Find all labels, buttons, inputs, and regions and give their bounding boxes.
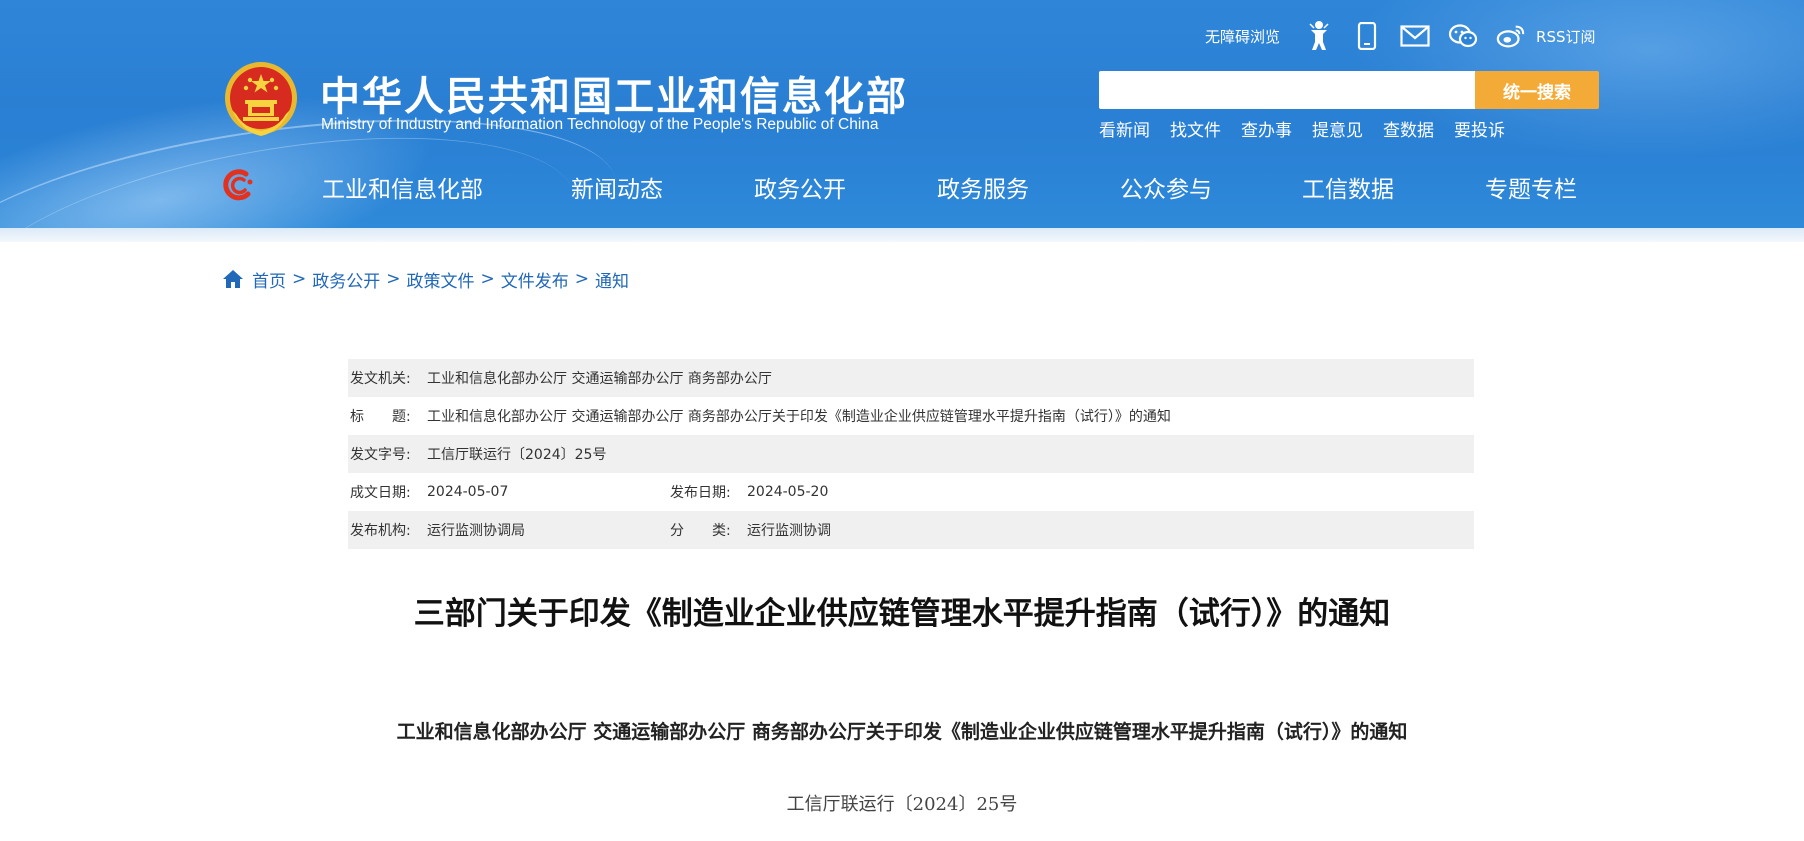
meta-label: 标 题: bbox=[350, 409, 411, 425]
meta-value: 运行监测协调局 bbox=[427, 523, 525, 539]
document-number: 工信厅联运行〔2024〕25号 bbox=[786, 794, 1018, 815]
meta-label: 发布机构: bbox=[350, 523, 411, 539]
quick-link-documents[interactable]: 找文件 bbox=[1170, 116, 1221, 141]
wechat-icon[interactable] bbox=[1448, 21, 1478, 51]
rss-link[interactable]: RSS订阅 bbox=[1536, 26, 1595, 47]
document-subtitle: 工业和信息化部办公厅 交通运输部办公厅 商务部办公厅关于印发《制造业企业供应链管… bbox=[396, 721, 1408, 743]
top-utility-bar: 无障碍浏览 RSS订阅 bbox=[1205, 16, 1595, 56]
home-icon[interactable] bbox=[222, 269, 244, 289]
quick-links: 看新闻 找文件 查办事 提意见 查数据 要投诉 bbox=[1099, 116, 1505, 141]
accessibility-link[interactable]: 无障碍浏览 bbox=[1205, 26, 1280, 47]
meta-row-title: 标 题: 工业和信息化部办公厅 交通运输部办公厅 商务部办公厅关于印发《制造业企… bbox=[348, 397, 1474, 435]
quick-link-feedback[interactable]: 提意见 bbox=[1312, 116, 1363, 141]
breadcrumb-policy-documents[interactable]: 政策文件 bbox=[407, 267, 475, 292]
header-divider bbox=[0, 228, 1804, 242]
document-metadata-table: 发文机关: 工业和信息化部办公厅 交通运输部办公厅 商务部办公厅 标 题: 工业… bbox=[348, 359, 1474, 549]
breadcrumb-separator: > bbox=[386, 269, 401, 289]
meta-row-agency: 发布机构: 运行监测协调局 分 类: 运行监测协调 bbox=[348, 511, 1474, 549]
nav-news[interactable]: 新闻动态 bbox=[571, 170, 663, 204]
meta-row-document-number: 发文字号: 工信厅联运行〔2024〕25号 bbox=[348, 435, 1474, 473]
nav-industry-data[interactable]: 工信数据 bbox=[1302, 170, 1394, 204]
ministry-logo-icon[interactable] bbox=[222, 168, 258, 202]
breadcrumb-separator: > bbox=[480, 269, 495, 289]
national-emblem-icon[interactable] bbox=[222, 60, 300, 140]
breadcrumb-separator: > bbox=[292, 269, 307, 289]
breadcrumb-document-release[interactable]: 文件发布 bbox=[501, 267, 569, 292]
site-subtitle: Ministry of Industry and Information Tec… bbox=[321, 116, 879, 133]
quick-link-complaints[interactable]: 要投诉 bbox=[1454, 116, 1505, 141]
meta-label: 发文机关: bbox=[350, 371, 411, 387]
mobile-phone-icon[interactable] bbox=[1352, 21, 1382, 51]
document-title: 三部门关于印发《制造业企业供应链管理水平提升指南（试行）》的通知 bbox=[413, 596, 1391, 632]
meta-value: 工业和信息化部办公厅 交通运输部办公厅 商务部办公厅 bbox=[427, 371, 772, 387]
weibo-icon[interactable] bbox=[1496, 21, 1526, 51]
breadcrumb: 首页 > 政务公开 > 政策文件 > 文件发布 > 通知 bbox=[222, 266, 629, 292]
breadcrumb-home[interactable]: 首页 bbox=[252, 267, 286, 292]
nav-ministry[interactable]: 工业和信息化部 bbox=[322, 170, 483, 204]
meta-value: 运行监测协调 bbox=[747, 523, 831, 539]
breadcrumb-government-affairs[interactable]: 政务公开 bbox=[312, 267, 380, 292]
meta-value: 工业和信息化部办公厅 交通运输部办公厅 商务部办公厅关于印发《制造业企业供应链管… bbox=[427, 409, 1171, 425]
main-navigation: 工业和信息化部 新闻动态 政务公开 政务服务 公众参与 工信数据 专题专栏 bbox=[222, 166, 1612, 206]
nav-public-participation[interactable]: 公众参与 bbox=[1120, 170, 1212, 204]
nav-special-topics[interactable]: 专题专栏 bbox=[1485, 170, 1577, 204]
meta-value: 工信厅联运行〔2024〕25号 bbox=[427, 447, 607, 463]
meta-label: 成文日期: bbox=[350, 485, 411, 501]
nav-government-services[interactable]: 政务服务 bbox=[937, 170, 1029, 204]
breadcrumb-separator: > bbox=[574, 269, 589, 289]
site-title[interactable]: 中华人民共和国工业和信息化部 bbox=[320, 64, 908, 122]
meta-value: 2024-05-20 bbox=[747, 484, 829, 500]
meta-label: 发布日期: bbox=[670, 485, 731, 501]
quick-link-services[interactable]: 查办事 bbox=[1241, 116, 1292, 141]
meta-label: 发文字号: bbox=[350, 447, 411, 463]
meta-row-dates: 成文日期: 2024-05-07 发布日期: 2024-05-20 bbox=[348, 473, 1474, 511]
quick-link-data[interactable]: 查数据 bbox=[1383, 116, 1434, 141]
mail-icon[interactable] bbox=[1400, 21, 1430, 51]
meta-row-issuer: 发文机关: 工业和信息化部办公厅 交通运输部办公厅 商务部办公厅 bbox=[348, 359, 1474, 397]
site-header: 中华人民共和国工业和信息化部 Ministry of Industry and … bbox=[0, 0, 1804, 228]
meta-value: 2024-05-07 bbox=[427, 484, 509, 500]
breadcrumb-notice[interactable]: 通知 bbox=[595, 267, 629, 292]
quick-link-news[interactable]: 看新闻 bbox=[1099, 116, 1150, 141]
nav-government-affairs[interactable]: 政务公开 bbox=[754, 170, 846, 204]
meta-label: 分 类: bbox=[670, 523, 731, 539]
search-input[interactable] bbox=[1099, 71, 1475, 109]
accessibility-person-icon[interactable] bbox=[1304, 21, 1334, 51]
unified-search-button[interactable]: 统一搜索 bbox=[1475, 71, 1599, 109]
